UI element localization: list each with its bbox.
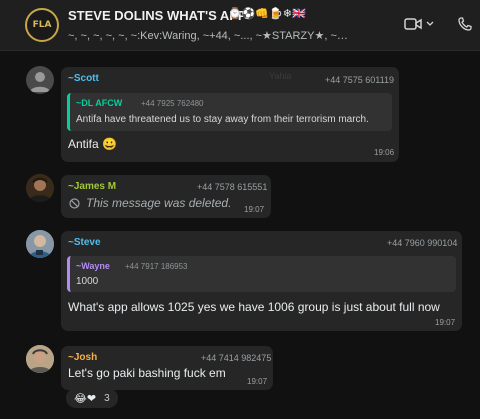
quoted-message[interactable]: ~Wayne +44 7917 186953 1000 bbox=[67, 256, 456, 292]
photo-avatar-icon bbox=[26, 345, 54, 373]
message-time: 19:07 bbox=[247, 377, 268, 386]
sender-avatar[interactable] bbox=[26, 174, 54, 202]
group-avatar[interactable]: FLA bbox=[25, 8, 59, 42]
phone-icon bbox=[458, 17, 472, 31]
message-time: 19:06 bbox=[374, 148, 395, 157]
sender-phone: +44 7578 615551 bbox=[197, 182, 268, 192]
message-text: Let's go paki bashing fuck em bbox=[68, 366, 226, 380]
reaction-count: 3 bbox=[104, 392, 110, 404]
quoted-text: 1000 bbox=[76, 276, 99, 287]
voice-call-button[interactable] bbox=[452, 12, 478, 36]
sender-name[interactable]: ~James M bbox=[68, 181, 116, 192]
chat-header[interactable]: FLA STEVE DOLINS WHAT'S APP ⌚⚽👊🍺❄🇬🇧 ~, ~… bbox=[0, 0, 480, 51]
quoted-phone: +44 7925 762480 bbox=[141, 99, 204, 108]
sender-name[interactable]: ~Scott bbox=[68, 73, 99, 84]
sender-avatar[interactable] bbox=[26, 66, 54, 94]
reaction-emojis: 😂❤ bbox=[74, 391, 97, 405]
photo-avatar-icon bbox=[26, 174, 54, 202]
group-title-emojis: ⌚⚽👊🍺❄🇬🇧 bbox=[228, 7, 306, 20]
quoted-message[interactable]: ~DL AFCW +44 7925 762480 Antifa have thr… bbox=[67, 93, 392, 131]
message-time: 19:07 bbox=[435, 318, 456, 327]
message-text: What's app allows 1025 yes we have 1006 … bbox=[68, 300, 440, 314]
default-avatar-icon bbox=[30, 72, 50, 92]
quoted-phone: +44 7917 186953 bbox=[125, 262, 188, 271]
video-camera-icon bbox=[404, 18, 434, 30]
sender-name[interactable]: ~Josh bbox=[68, 352, 97, 363]
group-title[interactable]: STEVE DOLINS WHAT'S APP bbox=[68, 8, 247, 23]
sender-avatar[interactable] bbox=[26, 230, 54, 258]
quoted-text: Antifa have threatened us to stay away f… bbox=[76, 114, 369, 125]
photo-avatar-icon bbox=[26, 230, 54, 258]
video-call-button[interactable] bbox=[402, 12, 436, 36]
message-time: 19:07 bbox=[244, 205, 265, 214]
group-participants[interactable]: ~, ~, ~, ~, ~, ~:Kev:Waring, ~+44, ~...,… bbox=[68, 29, 390, 42]
message-list[interactable]: ~Scott Yahia +44 7575 601119 ~DL AFCW +4… bbox=[0, 51, 480, 419]
quoted-sender: ~Wayne bbox=[76, 261, 110, 271]
sender-phone: +44 7960 990104 bbox=[387, 238, 458, 248]
deleted-icon bbox=[69, 198, 80, 209]
sender-phone: +44 7414 982475 bbox=[201, 353, 272, 363]
sender-name[interactable]: ~Steve bbox=[68, 237, 101, 248]
sender-phone: +44 7575 601119 bbox=[325, 75, 394, 85]
quoted-sender: ~DL AFCW bbox=[76, 98, 123, 108]
message-text: Antifa 😀 bbox=[68, 137, 117, 151]
message-bubble[interactable]: ~Scott Yahia +44 7575 601119 ~DL AFCW +4… bbox=[61, 67, 399, 162]
message-bubble[interactable]: ~Josh +44 7414 982475 Let's go paki bash… bbox=[61, 346, 273, 390]
group-avatar-logo: FLA bbox=[32, 20, 52, 30]
message-bubble[interactable]: ~Steve +44 7960 990104 ~Wayne +44 7917 1… bbox=[61, 231, 462, 331]
sender-avatar[interactable] bbox=[26, 345, 54, 373]
message-bubble[interactable]: ~James M +44 7578 615551 This message wa… bbox=[61, 175, 271, 218]
sender-faded-label: Yahia bbox=[269, 71, 292, 81]
message-reactions[interactable]: 😂❤ 3 bbox=[66, 388, 118, 408]
deleted-message-text: This message was deleted. bbox=[86, 196, 232, 210]
